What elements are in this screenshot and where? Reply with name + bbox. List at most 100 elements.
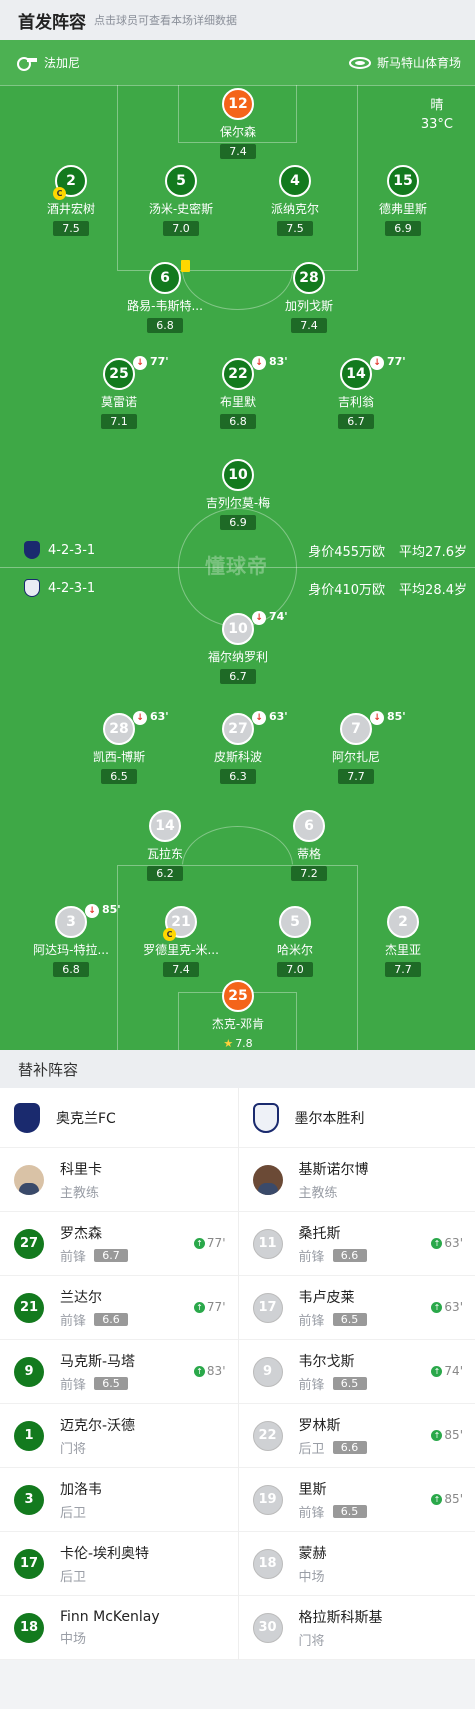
player-name: 凯西-博斯: [92, 750, 146, 764]
player-position: 门将: [60, 1441, 87, 1457]
player-rating: 6.5: [332, 1376, 367, 1390]
player-position: 前锋: [298, 1377, 325, 1393]
away-player-m2[interactable]: 6 蒂格 7.2: [249, 810, 369, 881]
sub-player-row[interactable]: 21 兰达尔 前锋 6.6 ↑ 77': [0, 1276, 238, 1340]
player-info: 马克斯-马塔 前锋 6.5: [60, 1351, 135, 1393]
home-team-name: 奥克兰FC: [56, 1110, 116, 1127]
home-player-m2[interactable]: 28 加列戈斯 7.4: [249, 262, 369, 333]
sub-player-row[interactable]: 19 里斯 前锋 6.5 ↑ 85': [238, 1468, 475, 1532]
player-rating: 7.4: [163, 962, 199, 977]
player-rating: 6.9: [385, 221, 421, 236]
player-position-row: 前锋 6.5: [299, 1310, 367, 1329]
away-player-a3[interactable]: 7 ↓ 85' 阿尔扎尼 7.7: [296, 710, 416, 784]
player-info: 迈克尔-沃德 门将: [60, 1415, 135, 1457]
venue-info: 斯马特山体育场: [348, 54, 461, 71]
subs-title: 替补阵容: [0, 1050, 475, 1088]
sub-out-time: 77': [387, 355, 406, 368]
sub-player-row[interactable]: 9 马克斯-马塔 前锋 6.5 ↑ 83': [0, 1340, 238, 1404]
sub-player-row[interactable]: 3 加洛韦 后卫: [0, 1468, 238, 1532]
player-info: 科里卡 主教练: [60, 1159, 102, 1201]
jersey-number: 9: [14, 1356, 44, 1387]
player-position: 前锋: [60, 1313, 87, 1329]
sub-player-row[interactable]: 18 Finn McKenlay 中场: [0, 1596, 238, 1660]
sub-out-time: 77': [150, 355, 169, 368]
home-player-a3[interactable]: 14 ↓ 77' 吉利翁 6.7: [296, 355, 416, 429]
weather-text: 晴: [430, 98, 444, 113]
home-player-d4[interactable]: 15 德弗里斯 6.9: [343, 165, 463, 236]
player-rating: 7.5: [277, 221, 313, 236]
coach-row[interactable]: 基斯诺尔博 主教练: [238, 1148, 475, 1212]
sub-in-icon: ↑: [431, 1365, 443, 1377]
home-player-st[interactable]: 10 吉列尔莫-梅 6.9: [178, 459, 298, 530]
venue-name: 斯马特山体育场: [376, 56, 461, 70]
sub-player-row[interactable]: 22 罗林斯 后卫 6.6 ↑ 85': [238, 1404, 475, 1468]
away-player-d1[interactable]: 3 ↓ 85' 阿达玛-特拉... 6.8: [11, 903, 131, 977]
home-player-d2[interactable]: 5 汤米-史密斯 7.0: [121, 165, 241, 236]
sub-player-row[interactable]: 18 蒙赫 中场: [238, 1532, 475, 1596]
player-name: 酒井宏树: [46, 202, 95, 216]
sub-out-icon: ↓: [133, 356, 147, 370]
match-info-bar: 法加尼 斯马特山体育场: [0, 40, 475, 85]
jersey-circle: 7 ↓ 85': [340, 710, 406, 745]
away-player-a1[interactable]: 28 ↓ 63' 凯西-博斯 6.5: [59, 710, 179, 784]
sub-in-icon: ↑: [431, 1493, 443, 1505]
jersey-number: 5: [165, 165, 197, 197]
home-player-gk[interactable]: 12 保尔森 7.4: [178, 88, 298, 159]
away-player-d4[interactable]: 2 杰里亚 7.7: [343, 906, 463, 977]
sub-player-row[interactable]: 11 桑托斯 前锋 6.6 ↑ 63': [238, 1212, 475, 1276]
home-avg-age: 平均27.6岁: [399, 544, 467, 560]
away-player-a2[interactable]: 27 ↓ 63' 皮斯科波 6.3: [178, 710, 298, 784]
player-position: 主教练: [298, 1185, 338, 1201]
away-player-gk[interactable]: 25 杰克-邓肯 7.8: [178, 980, 298, 1050]
player-name: 兰达尔: [60, 1289, 102, 1306]
away-player-m1[interactable]: 14 瓦拉东 6.2: [105, 810, 225, 881]
sub-out-icon: ↓: [370, 356, 384, 370]
home-player-a1[interactable]: 25 ↓ 77' 莫雷诺 7.1: [59, 355, 179, 429]
sub-player-row[interactable]: 30 格拉斯科斯基 门将: [238, 1596, 475, 1660]
player-position: 前锋: [298, 1505, 325, 1521]
sub-player-row[interactable]: 9 韦尔戈斯 前锋 6.5 ↑ 74': [238, 1340, 475, 1404]
auckland-fc-logo-icon: [24, 541, 40, 559]
coach-avatar: [252, 1164, 283, 1195]
home-player-a2[interactable]: 22 ↓ 83' 布里默 6.8: [178, 355, 298, 429]
sub-in-icon: ↑: [431, 1237, 443, 1249]
player-name: 保尔森: [219, 125, 256, 139]
coach-row[interactable]: 科里卡 主教练: [0, 1148, 238, 1212]
player-name: 皮斯科波: [213, 750, 262, 764]
away-player-d3[interactable]: 5 哈米尔 7.0: [235, 906, 355, 977]
watermark-logo: 懂球帝: [205, 554, 268, 578]
player-rating: 6.5: [332, 1312, 367, 1326]
sub-in-time: 63': [444, 1300, 463, 1314]
sub-player-row[interactable]: 17 韦卢皮莱 前锋 6.5 ↑ 63': [238, 1276, 475, 1340]
player-info: 蒙赫 中场: [299, 1543, 327, 1585]
home-formation: 4-2-3-1: [48, 542, 96, 558]
player-rating: 6.9: [220, 515, 256, 530]
away-subs-column: 墨尔本胜利 基斯诺尔博 主教练 11 桑托斯 前锋 6.6 ↑ 63' 17 韦卢皮莱 前锋 6.5 ↑…: [237, 1088, 475, 1660]
away-player-d2[interactable]: 21 C 罗德里克-米... 7.4: [121, 906, 241, 977]
home-player-d3[interactable]: 4 派纳克尔 7.5: [235, 165, 355, 236]
sub-in-indicator: ↑ 63': [431, 1300, 463, 1314]
auckland-fc-logo-icon: [14, 1102, 40, 1133]
home-player-m1[interactable]: 6 路易-韦斯特... 6.8: [105, 260, 225, 333]
jersey-number: 3: [66, 914, 76, 930]
temperature-text: 33°C: [420, 117, 453, 132]
player-info: 兰达尔 前锋 6.6: [60, 1287, 129, 1329]
sub-player-row[interactable]: 17 卡伦-埃利奥特 后卫: [0, 1532, 238, 1596]
jersey-circle: 21 C: [163, 906, 197, 941]
sub-in-time: 77': [206, 1236, 226, 1250]
player-rating: 6.7: [220, 669, 256, 684]
player-rating: 7.4: [291, 318, 327, 333]
jersey-number: 18: [252, 1548, 283, 1579]
player-rating: 7.7: [385, 962, 421, 977]
sub-player-row[interactable]: 27 罗杰森 前锋 6.7 ↑ 77': [0, 1212, 238, 1276]
home-player-d1[interactable]: 2C 酒井宏树 7.5: [11, 165, 131, 236]
away-avg-age: 平均28.4岁: [399, 582, 467, 598]
sub-player-row[interactable]: 1 迈克尔-沃德 门将: [0, 1404, 238, 1468]
jersey-number: 17: [252, 1292, 283, 1323]
player-rating: 6.7: [338, 414, 374, 429]
player-position: 主教练: [60, 1185, 100, 1201]
player-name: 罗德里克-米...: [143, 943, 219, 957]
captain-badge: C: [53, 187, 66, 200]
player-position-row: 后卫 6.6: [299, 1438, 367, 1457]
away-player-st[interactable]: 10 ↓ 74' 福尔纳罗利 6.7: [178, 610, 298, 684]
